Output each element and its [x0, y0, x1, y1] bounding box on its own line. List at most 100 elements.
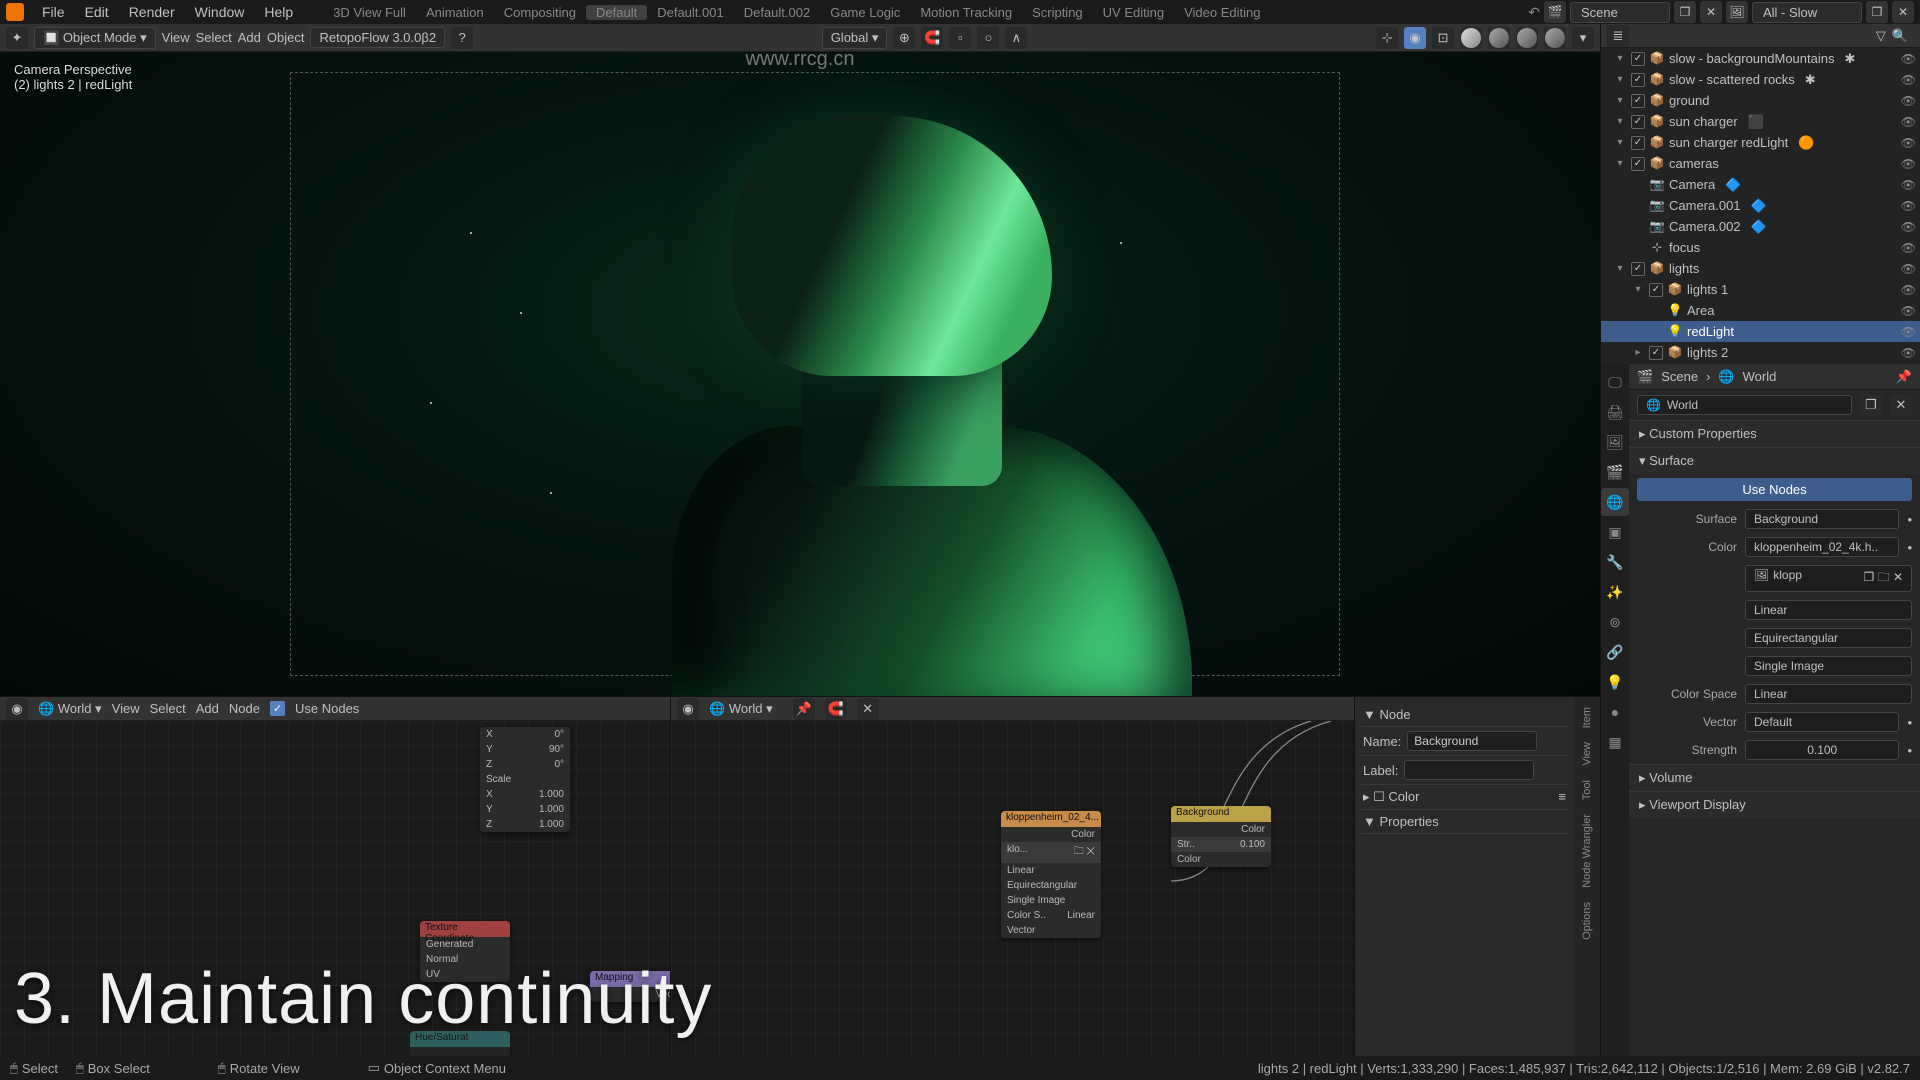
- interp-dropdown[interactable]: Linear: [1745, 600, 1912, 620]
- tab-scene-icon[interactable]: 🎬: [1601, 458, 1629, 486]
- visibility-checkbox[interactable]: [1631, 157, 1645, 171]
- world-datablock[interactable]: World: [1667, 398, 1698, 412]
- workspace-tab[interactable]: 3D View Full: [323, 5, 416, 20]
- editor-type-icon[interactable]: ◉: [6, 698, 28, 720]
- eye-icon[interactable]: 👁: [1901, 199, 1916, 213]
- shading-solid-icon[interactable]: [1488, 27, 1510, 49]
- eye-icon[interactable]: 👁: [1901, 136, 1916, 150]
- overlays-icon[interactable]: ◉: [1404, 27, 1426, 49]
- delete-scene-icon[interactable]: ✕: [1700, 1, 1722, 23]
- tab-constraint-icon[interactable]: 🔗: [1601, 638, 1629, 666]
- toggle-xray-icon[interactable]: ⊡: [1432, 27, 1454, 49]
- tab-node-wrangler[interactable]: Node Wrangler: [1581, 814, 1593, 888]
- menu-edit[interactable]: Edit: [75, 4, 119, 20]
- node-world-selector[interactable]: 🌐 World ▾: [709, 701, 773, 717]
- visibility-checkbox[interactable]: [1631, 136, 1645, 150]
- shading-dropdown-icon[interactable]: ▾: [1572, 27, 1594, 49]
- new-scene-icon[interactable]: ❐: [1674, 1, 1696, 23]
- projection-dropdown[interactable]: Equirectangular: [1745, 628, 1912, 648]
- delete-layer-icon[interactable]: ✕: [1892, 1, 1914, 23]
- eye-icon[interactable]: 👁: [1901, 73, 1916, 87]
- mode-selector[interactable]: 🔲 Object Mode ▾: [34, 27, 156, 49]
- menu-render[interactable]: Render: [119, 4, 185, 20]
- eye-icon[interactable]: 👁: [1901, 262, 1916, 276]
- snap-icon[interactable]: 🧲: [921, 27, 943, 49]
- visibility-checkbox[interactable]: [1649, 346, 1663, 360]
- node-menu-select[interactable]: Select: [150, 701, 186, 716]
- use-nodes-checkbox[interactable]: [270, 701, 285, 716]
- workspace-tab[interactable]: Motion Tracking: [910, 5, 1022, 20]
- visibility-checkbox[interactable]: [1631, 115, 1645, 129]
- tab-particle-icon[interactable]: ✨: [1601, 578, 1629, 606]
- vector-dropdown[interactable]: Default: [1745, 712, 1899, 732]
- eye-icon[interactable]: 👁: [1901, 325, 1916, 339]
- workspace-tab[interactable]: Game Logic: [820, 5, 910, 20]
- help-icon[interactable]: ?: [451, 27, 473, 49]
- retopoflow-addon[interactable]: RetopoFlow 3.0.0β2: [310, 27, 445, 48]
- eye-icon[interactable]: 👁: [1901, 304, 1916, 318]
- eye-icon[interactable]: 👁: [1901, 115, 1916, 129]
- outliner-row[interactable]: 💡redLight👁: [1601, 321, 1920, 342]
- outliner-row[interactable]: 📷Camera.002🔷👁: [1601, 216, 1920, 237]
- visibility-checkbox[interactable]: [1631, 73, 1645, 87]
- tab-options[interactable]: Options: [1581, 902, 1593, 940]
- tab-material-icon[interactable]: ●: [1601, 698, 1629, 726]
- new-layer-icon[interactable]: ❐: [1866, 1, 1888, 23]
- editor-type-icon[interactable]: ≣: [1607, 25, 1629, 47]
- tab-view[interactable]: View: [1581, 742, 1593, 766]
- editor-type-icon[interactable]: ✦: [6, 27, 28, 49]
- outliner-row[interactable]: ▾📦cameras👁: [1601, 153, 1920, 174]
- visibility-checkbox[interactable]: [1649, 283, 1663, 297]
- shading-matprev-icon[interactable]: [1516, 27, 1538, 49]
- panel-surface[interactable]: ▾ Surface: [1629, 447, 1920, 474]
- tab-viewlayer-icon[interactable]: 🖼: [1601, 428, 1629, 456]
- back-icon[interactable]: ↶: [1528, 4, 1540, 21]
- tab-modifier-icon[interactable]: 🔧: [1601, 548, 1629, 576]
- proportional-icon[interactable]: ○: [977, 27, 999, 49]
- eye-icon[interactable]: 👁: [1901, 178, 1916, 192]
- tab-world-icon[interactable]: 🌐: [1601, 488, 1629, 516]
- snap-icon[interactable]: 🧲: [825, 698, 847, 720]
- colorspace-dropdown[interactable]: Linear: [1745, 684, 1912, 704]
- node-mapping[interactable]: X0° Y90° Z0° Scale X1.000 Y1.000 Z1.000: [480, 727, 570, 832]
- eye-icon[interactable]: 👁: [1901, 220, 1916, 234]
- view3d-menu-add[interactable]: Add: [238, 30, 261, 45]
- workspace-tab[interactable]: UV Editing: [1093, 5, 1174, 20]
- node-sidebar-section[interactable]: ▼ Node: [1361, 703, 1568, 727]
- workspace-tab[interactable]: Default.001: [647, 5, 734, 20]
- view3d-menu-select[interactable]: Select: [196, 30, 232, 45]
- strength-input[interactable]: 0.100: [1745, 740, 1899, 760]
- pivot-icon[interactable]: ⊕: [893, 27, 915, 49]
- outliner-row[interactable]: ▾📦sun charger redLight🟠👁: [1601, 132, 1920, 153]
- node-color-row[interactable]: ▸ ☐ Color ≡: [1361, 785, 1568, 810]
- node-name-input[interactable]: [1407, 731, 1537, 751]
- menu-window[interactable]: Window: [185, 4, 255, 20]
- eye-icon[interactable]: 👁: [1901, 157, 1916, 171]
- node-canvas-right[interactable]: kloppenheim_02_4... Color klo...🗀 ✕ Line…: [671, 721, 1354, 1056]
- eye-icon[interactable]: 👁: [1901, 283, 1916, 297]
- snap-mode-icon[interactable]: ▫: [949, 27, 971, 49]
- workspace-tab[interactable]: Scripting: [1022, 5, 1093, 20]
- editor-type-icon[interactable]: ◉: [677, 698, 699, 720]
- use-nodes-button[interactable]: Use Nodes: [1637, 478, 1912, 501]
- shading-rendered-icon[interactable]: [1544, 27, 1566, 49]
- orientation-selector[interactable]: Global ▾: [822, 27, 888, 49]
- menu-help[interactable]: Help: [254, 4, 303, 20]
- pin-icon[interactable]: 📌: [1896, 369, 1912, 385]
- image-datablock[interactable]: 🖼 klopp ❐ 🗀 ✕: [1745, 565, 1912, 592]
- eye-icon[interactable]: 👁: [1901, 52, 1916, 66]
- tab-tool[interactable]: Tool: [1581, 780, 1593, 800]
- viewlayer-selector[interactable]: All - Slow: [1752, 2, 1862, 23]
- panel-custom-properties[interactable]: ▸ Custom Properties: [1629, 420, 1920, 447]
- outliner-row[interactable]: ▾📦lights 1👁: [1601, 279, 1920, 300]
- workspace-tab[interactable]: Compositing: [494, 5, 586, 20]
- shading-wire-icon[interactable]: [1460, 27, 1482, 49]
- outliner-row[interactable]: ▾📦sun charger⬛👁: [1601, 111, 1920, 132]
- node-menu-add[interactable]: Add: [196, 701, 219, 716]
- search-icon[interactable]: 🔍: [1892, 28, 1908, 44]
- outliner-row[interactable]: ▾📦slow - backgroundMountains✱👁: [1601, 48, 1920, 69]
- scene-selector[interactable]: Scene: [1570, 2, 1670, 23]
- color-input[interactable]: kloppenheim_02_4k.h..: [1745, 537, 1899, 557]
- eye-icon[interactable]: 👁: [1901, 241, 1916, 255]
- visibility-checkbox[interactable]: [1631, 94, 1645, 108]
